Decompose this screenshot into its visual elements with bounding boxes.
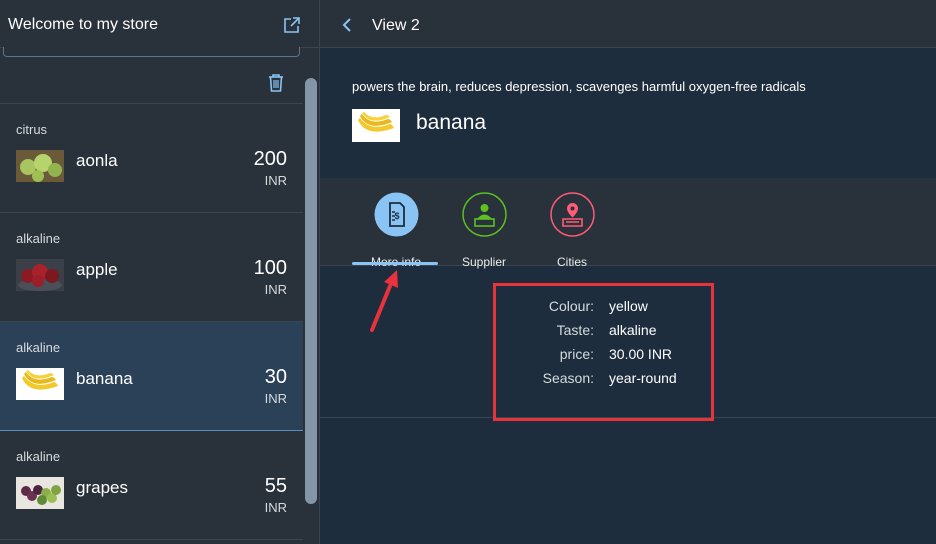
item-category: alkaline bbox=[16, 340, 61, 355]
banana-image bbox=[352, 109, 400, 142]
list-item-banana[interactable]: alkaline banana 30 INR bbox=[0, 322, 303, 431]
master-title: Welcome to my store bbox=[8, 16, 158, 33]
tab-supplier[interactable]: Supplier bbox=[440, 192, 528, 269]
annotation-arrow-icon bbox=[370, 270, 398, 332]
tab-cities[interactable]: Cities bbox=[528, 192, 616, 269]
item-unit: INR bbox=[264, 500, 287, 515]
product-list: citrus aonla 200 INR alkaline apple 100 … bbox=[0, 104, 303, 540]
search-input[interactable] bbox=[3, 47, 300, 57]
item-name: grapes bbox=[76, 478, 128, 497]
item-unit: INR bbox=[264, 391, 287, 406]
map-pin-icon bbox=[550, 192, 595, 237]
grapes-image bbox=[16, 477, 64, 509]
list-item-grapes[interactable]: alkaline grapes 55 INR bbox=[0, 431, 303, 540]
item-name: aonla bbox=[76, 151, 118, 170]
back-chevron-icon[interactable] bbox=[340, 16, 354, 34]
item-category: alkaline bbox=[16, 449, 61, 464]
item-unit: INR bbox=[264, 173, 287, 188]
item-price: 100 bbox=[253, 257, 287, 279]
list-toolbar bbox=[0, 60, 303, 104]
aonla-image bbox=[16, 150, 64, 182]
apple-image bbox=[16, 259, 64, 291]
supplier-icon bbox=[462, 192, 507, 237]
master-panel: Welcome to my store citrus aonla 200 INR… bbox=[0, 0, 320, 544]
detail-title: View 2 bbox=[372, 17, 420, 34]
selected-tab-indicator bbox=[352, 262, 438, 265]
object-title: banana bbox=[416, 111, 487, 134]
list-item-aonla[interactable]: citrus aonla 200 INR bbox=[0, 104, 303, 213]
item-unit: INR bbox=[264, 282, 287, 297]
item-price: 200 bbox=[253, 148, 287, 170]
master-header: Welcome to my store bbox=[0, 0, 320, 48]
item-name: apple bbox=[76, 260, 118, 279]
object-description: powers the brain, reduces depression, sc… bbox=[352, 79, 806, 94]
item-price: 55 bbox=[264, 475, 287, 497]
banana-image bbox=[16, 368, 64, 400]
share-icon[interactable] bbox=[283, 16, 301, 34]
detail-panel: View 2 powers the brain, reduces depress… bbox=[320, 0, 936, 544]
annotation-highlight-box bbox=[493, 283, 714, 421]
item-price: 30 bbox=[264, 366, 287, 388]
trash-icon[interactable] bbox=[267, 73, 285, 93]
document-dollar-icon: $ bbox=[374, 192, 419, 237]
tab-more-info[interactable]: $ More info bbox=[352, 192, 440, 269]
item-name: banana bbox=[76, 369, 133, 388]
list-item-apple[interactable]: alkaline apple 100 INR bbox=[0, 213, 303, 322]
svg-text:$: $ bbox=[394, 211, 399, 221]
detail-header: View 2 bbox=[320, 0, 936, 48]
item-category: alkaline bbox=[16, 231, 61, 246]
icon-tab-bar: $ More info Supplier bbox=[320, 178, 936, 269]
object-header: powers the brain, reduces depression, sc… bbox=[320, 49, 936, 178]
scrollbar-thumb[interactable] bbox=[305, 78, 317, 504]
item-category: citrus bbox=[16, 122, 48, 137]
